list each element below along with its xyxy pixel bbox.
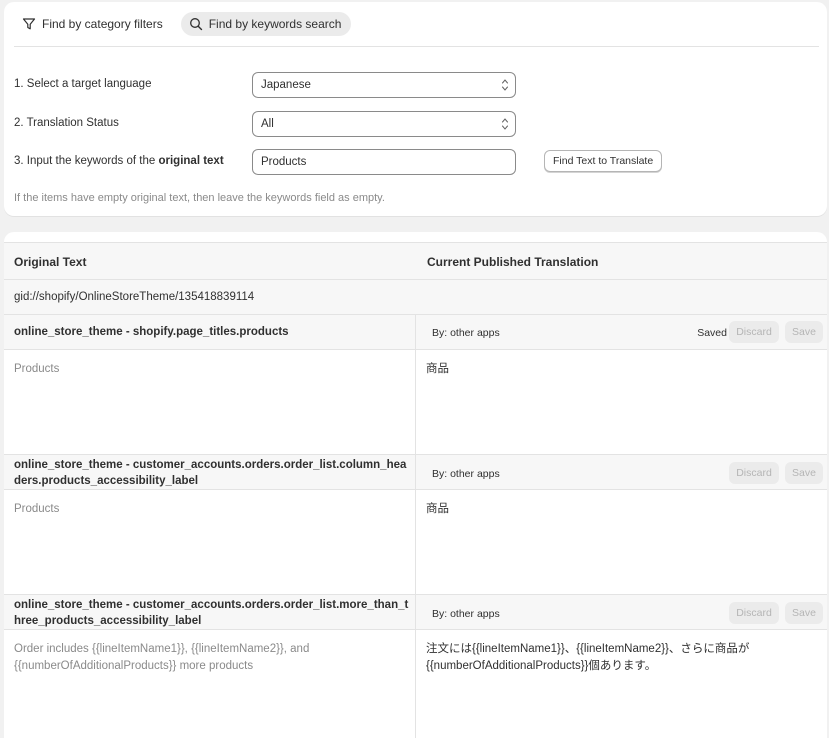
original-cell: Products [4,350,415,454]
saved-status: Saved [697,327,727,339]
language-select-value: Japanese [261,79,311,91]
translation-key: online_store_theme - customer_accounts.o… [14,599,409,627]
actions-cell: By: other apps Discard Save [415,595,827,629]
table-row: Order includes {{lineItemName1}}, {{line… [4,630,827,738]
table-row: Products 商品 [4,490,827,595]
search-icon [189,17,203,31]
table-row: online_store_theme - customer_accounts.o… [4,595,827,630]
save-button[interactable]: Save [785,462,823,484]
source-label: By: other apps [432,468,500,480]
discard-button[interactable]: Discard [729,602,779,624]
save-button[interactable]: Save [785,321,823,343]
resource-gid: gid://shopify/OnlineStoreTheme/135418839… [14,291,255,303]
translation-text: 注文には{{lineItemName1}}、{{lineItemName2}}、… [426,643,750,672]
select-arrows-icon [501,116,509,132]
original-cell: Order includes {{lineItemName1}}, {{line… [4,630,415,738]
col-original-header: Original Text [14,255,87,269]
translation-text: 商品 [426,363,449,375]
table-row: Products 商品 [4,350,827,455]
keywords-label-prefix: 3. Input the keywords of the [14,155,159,167]
table-row: online_store_theme - customer_accounts.o… [4,455,827,490]
translation-cell[interactable]: 注文には{{lineItemName1}}、{{lineItemName2}}、… [415,630,827,738]
search-mode-tabs: Find by category filters Find by keyword… [14,12,352,36]
table-row: online_store_theme - shopify.page_titles… [4,315,827,350]
translation-key: online_store_theme - shopify.page_titles… [14,326,289,338]
gid-row: gid://shopify/OnlineStoreTheme/135418839… [4,280,827,315]
translation-cell[interactable]: 商品 [415,490,827,594]
tab-keywords-search[interactable]: Find by keywords search [180,12,352,36]
col-translation-header: Current Published Translation [427,255,599,269]
original-cell: Products [4,490,415,594]
save-button[interactable]: Save [785,602,823,624]
tab-category-label: Find by category filters [42,17,163,31]
keywords-row: 3. Input the keywords of the original te… [14,149,827,175]
key-cell: online_store_theme - customer_accounts.o… [4,455,415,489]
actions-cell: By: other apps Saved Discard Save [415,315,827,349]
keywords-label-bold: original text [158,155,224,167]
discard-button[interactable]: Discard [729,321,779,343]
keywords-input-value: Products [261,156,307,168]
key-cell: online_store_theme - shopify.page_titles… [4,315,415,349]
keywords-label: 3. Input the keywords of the original te… [14,155,224,167]
divider [14,46,819,47]
language-label: 1. Select a target language [14,78,152,90]
tab-category-filters[interactable]: Find by category filters [14,12,173,36]
results-card: Original Text Current Published Translat… [4,232,827,738]
source-label: By: other apps [432,608,500,620]
status-select[interactable]: All [252,111,516,137]
status-select-value: All [261,118,274,130]
original-text: Order includes {{lineItemName1}}, {{line… [14,643,310,672]
key-cell: online_store_theme - customer_accounts.o… [4,595,415,629]
translation-key: online_store_theme - customer_accounts.o… [14,459,407,487]
translation-cell[interactable]: 商品 [415,350,827,454]
select-arrows-icon [501,77,509,93]
keywords-input[interactable]: Products [252,149,516,175]
tab-keywords-label: Find by keywords search [208,17,342,31]
discard-button[interactable]: Discard [729,462,779,484]
original-text: Products [14,363,60,375]
actions-cell: By: other apps Discard Save [415,455,827,489]
table-header: Original Text Current Published Translat… [4,242,827,280]
status-row: 2. Translation Status All [14,111,827,137]
language-select[interactable]: Japanese [252,72,516,98]
source-label: By: other apps [432,327,500,339]
language-row: 1. Select a target language Japanese [14,72,827,98]
original-text: Products [14,503,60,515]
filter-icon [22,17,36,31]
empty-keywords-hint: If the items have empty original text, t… [14,192,385,204]
translation-text: 商品 [426,503,449,515]
filter-card: Find by category filters Find by keyword… [4,2,827,216]
status-label: 2. Translation Status [14,117,119,129]
find-text-button[interactable]: Find Text to Translate [544,150,663,172]
